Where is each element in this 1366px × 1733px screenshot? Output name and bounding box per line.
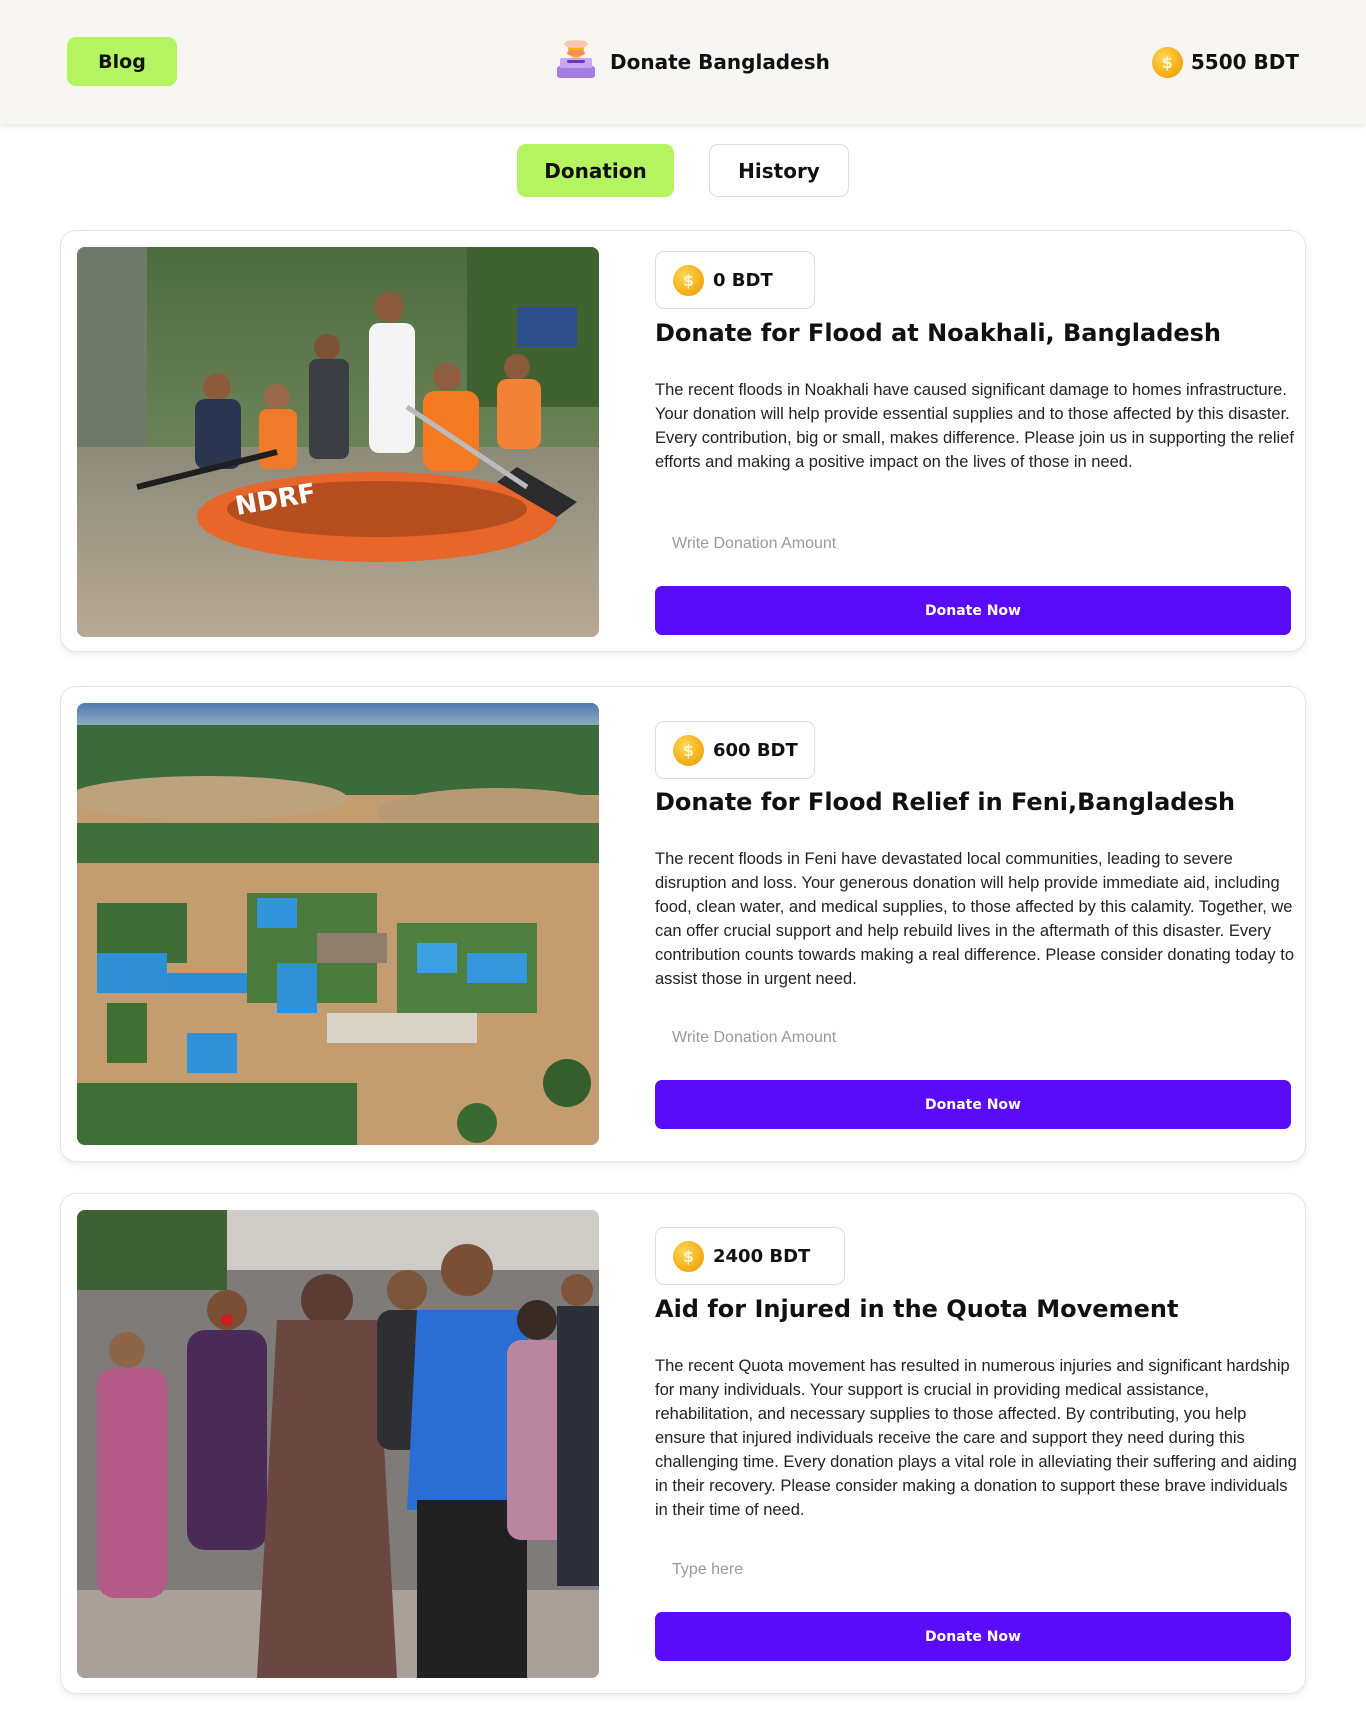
tab-history[interactable]: History	[709, 144, 849, 197]
donation-card: 600 BDT Donate for Flood Relief in Feni,…	[60, 686, 1306, 1162]
coin-icon	[673, 1240, 704, 1272]
campaign-description: The recent Quota movement has resulted i…	[655, 1357, 1297, 1519]
tab-donation[interactable]: Donation	[517, 144, 674, 197]
coin-icon	[1151, 46, 1183, 78]
aerial-flooded-village-photo	[77, 703, 599, 1145]
campaign-title: Aid for Injured in the Quota Movement	[655, 1295, 1179, 1323]
raised-amount: 2400 BDT	[713, 1245, 811, 1267]
brand-title: Donate Bangladesh	[610, 50, 830, 74]
donate-now-button[interactable]: Donate Now	[655, 1080, 1291, 1129]
campaign-description: The recent floods in Feni have devastate…	[655, 850, 1294, 988]
campaign-description: The recent floods in Noakhali have cause…	[655, 381, 1294, 471]
coin-icon	[673, 734, 704, 766]
donation-box-icon	[554, 38, 598, 86]
balance-display: 5500 BDT	[1151, 44, 1299, 80]
donation-card: NDRF 0 BDT Donate for Flood at Noakhali,…	[60, 230, 1306, 652]
raised-amount-badge: 2400 BDT	[655, 1227, 845, 1285]
coin-icon	[673, 264, 704, 296]
raised-amount: 0 BDT	[713, 269, 773, 291]
campaign-title: Donate for Flood Relief in Feni,Banglade…	[655, 788, 1236, 816]
donation-card: 2400 BDT Aid for Injured in the Quota Mo…	[60, 1193, 1306, 1694]
donation-amount-input[interactable]	[655, 1548, 1291, 1592]
donate-now-button[interactable]: Donate Now	[655, 1612, 1291, 1661]
campaign-title: Donate for Flood at Noakhali, Bangladesh	[655, 319, 1222, 347]
raised-amount: 600 BDT	[713, 739, 798, 761]
donation-amount-input[interactable]	[655, 522, 1291, 566]
top-navbar: Blog Donate Bangladesh 5500 BDT	[0, 0, 1366, 124]
rescue-boat-flood-photo: NDRF	[77, 247, 599, 637]
balance-amount: 5500 BDT	[1190, 50, 1299, 74]
donate-now-button[interactable]: Donate Now	[655, 586, 1291, 635]
raised-amount-badge: 0 BDT	[655, 251, 815, 309]
protest-crowd-photo	[77, 1210, 599, 1678]
brand: Donate Bangladesh	[554, 40, 830, 84]
donation-amount-input[interactable]	[655, 1016, 1291, 1060]
blog-button[interactable]: Blog	[67, 37, 177, 86]
raised-amount-badge: 600 BDT	[655, 721, 815, 779]
